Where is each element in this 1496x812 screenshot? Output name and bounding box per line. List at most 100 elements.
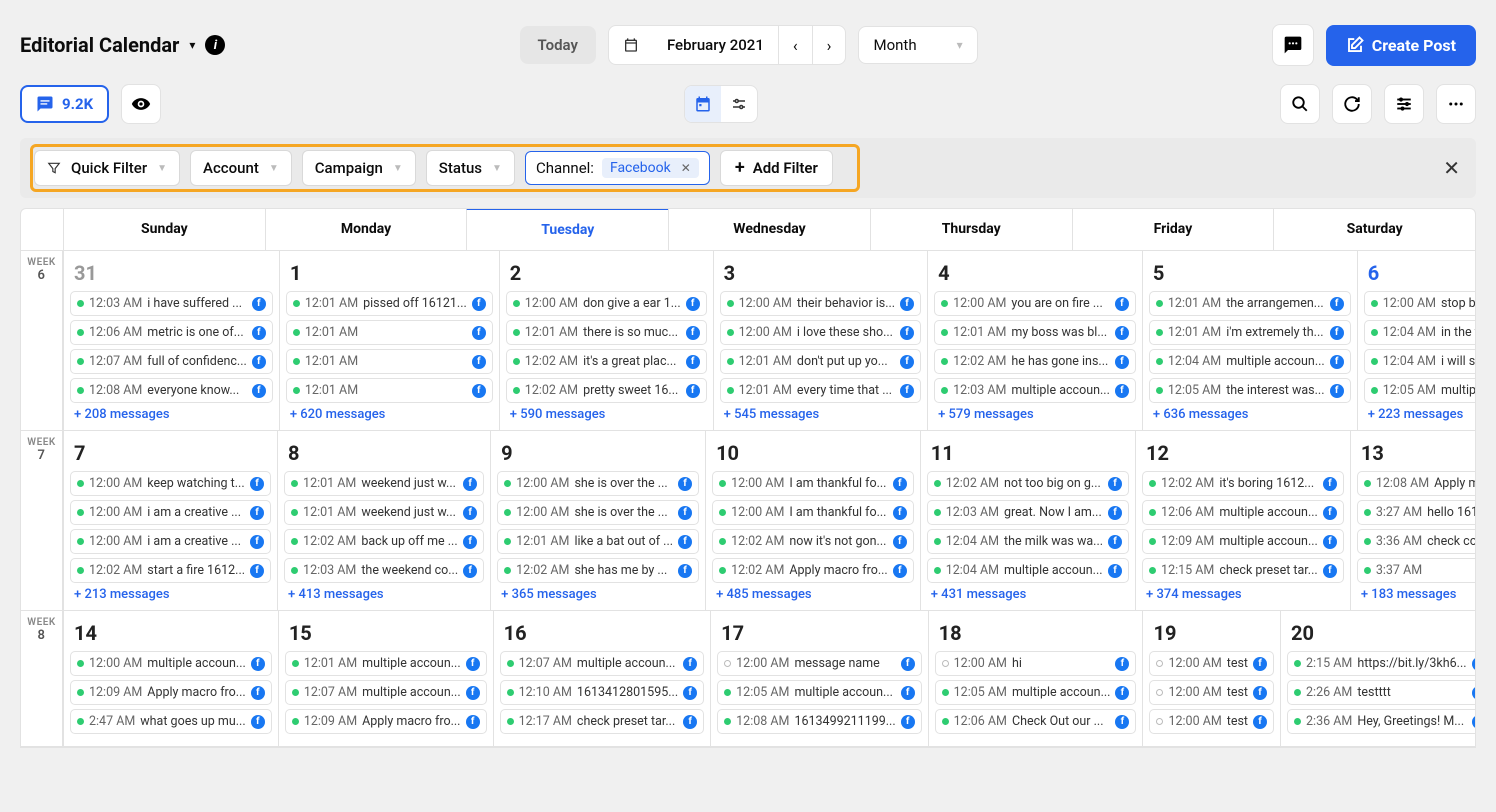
event-item[interactable]: 12:04 AMmultiple accoun...f	[927, 558, 1129, 583]
day-cell[interactable]: 712:00 AMkeep watching t...f12:00 AMi am…	[63, 431, 277, 610]
next-month-button[interactable]: ›	[812, 26, 846, 64]
day-cell[interactable]: 312:00 AMtheir behavior is...f12:00 AMi …	[713, 251, 927, 430]
event-item[interactable]: 12:00 AMyou are on fire ...f	[934, 291, 1136, 316]
more-messages-link[interactable]: + 579 messages	[938, 407, 1136, 422]
event-item[interactable]: 12:17 AMcheck preset tar...f	[500, 709, 705, 734]
more-messages-link[interactable]: + 223 messages	[1368, 407, 1476, 422]
event-item[interactable]: 12:07 AMfull of confidenc...f	[70, 349, 273, 374]
day-cell[interactable]: 1112:02 AMnot too big on g...f12:03 AMgr…	[920, 431, 1135, 610]
event-item[interactable]: 3:36 AMcheck comment ...f	[1357, 529, 1476, 554]
today-button[interactable]: Today	[520, 26, 596, 64]
event-item[interactable]: 12:09 AMApply macro fro...f	[70, 680, 272, 705]
event-item[interactable]: 2:15 AMhttps://bit.ly/3kh6...f	[1287, 651, 1476, 676]
event-item[interactable]: 12:01 AMweekend just w...f	[284, 500, 484, 525]
calendar-view-toggle[interactable]	[685, 86, 721, 122]
view-select[interactable]: Month ▾	[858, 26, 977, 64]
event-item[interactable]: 12:00 AMi love these sho...f	[720, 320, 921, 345]
event-item[interactable]: 12:05 AMmultiple account...f	[1364, 378, 1476, 403]
event-item[interactable]: 12:00 AMhif	[935, 651, 1137, 676]
day-cell[interactable]: 1712:00 AMmessage namef12:05 AMmultiple …	[710, 611, 928, 746]
event-item[interactable]: 12:05 AMmultiple accoun...f	[717, 680, 922, 705]
event-item[interactable]: 12:03 AMi have suffered ...f	[70, 291, 273, 316]
event-item[interactable]: 12:04 AMmultiple accoun...f	[1149, 349, 1351, 374]
more-messages-link[interactable]: + 213 messages	[74, 587, 271, 602]
add-filter-button[interactable]: + Add Filter	[720, 150, 833, 186]
event-item[interactable]: 12:05 AMmultiple accoun...f	[935, 680, 1137, 705]
event-item[interactable]: 12:06 AMmetric is one of...f	[70, 320, 273, 345]
event-item[interactable]: 3:27 AMhello 1613163800...f	[1357, 500, 1476, 525]
event-item[interactable]: 12:03 AMthe weekend co...f	[284, 558, 484, 583]
day-cell[interactable]: 812:01 AMweekend just w...f12:01 AMweeke…	[277, 431, 490, 610]
quick-filter-chip[interactable]: Quick Filter ▼	[34, 150, 180, 186]
status-filter-chip[interactable]: Status ▼	[426, 150, 515, 186]
create-post-button[interactable]: Create Post	[1326, 25, 1476, 66]
event-item[interactable]: 12:08 AM1613499211199...f	[717, 709, 922, 734]
more-messages-link[interactable]: + 374 messages	[1146, 587, 1344, 602]
day-cell[interactable]: 202:15 AMhttps://bit.ly/3kh6...f2:26 AMt…	[1280, 611, 1476, 746]
event-item[interactable]: 12:02 AMnot too big on g...f	[927, 471, 1129, 496]
comments-button[interactable]	[1272, 24, 1314, 66]
event-item[interactable]: 12:15 AMcheck preset tar...f	[1142, 558, 1344, 583]
event-item[interactable]: 12:00 AMstop being sarca...f	[1364, 291, 1476, 316]
day-cell[interactable]: 1812:00 AMhif12:05 AMmultiple accoun...f…	[928, 611, 1143, 746]
day-cell[interactable]: 212:00 AMdon give a ear 1...f12:01 AMthe…	[499, 251, 713, 430]
info-icon[interactable]: i	[205, 35, 225, 55]
day-cell[interactable]: 6+12:00 AMstop being sarca...f12:04 AMin…	[1357, 251, 1476, 430]
event-item[interactable]: 12:00 AMtestf	[1149, 709, 1274, 734]
event-item[interactable]: 12:00 AMshe is over the ...f	[497, 500, 699, 525]
title-dropdown-icon[interactable]: ▾	[189, 38, 195, 52]
event-item[interactable]: 12:00 AMtheir behavior is...f	[720, 291, 921, 316]
event-item[interactable]: 12:00 AMI am thankful fo...f	[712, 500, 914, 525]
event-item[interactable]: 12:07 AMmultiple accoun...f	[500, 651, 705, 676]
more-messages-link[interactable]: + 545 messages	[724, 407, 921, 422]
event-item[interactable]: 12:00 AMtestf	[1149, 680, 1274, 705]
event-item[interactable]: 12:02 AMhe has gone ins...f	[934, 349, 1136, 374]
event-item[interactable]: 12:01 AMmy boss was bl...f	[934, 320, 1136, 345]
event-item[interactable]: 12:01 AMi'm extremely th...f	[1149, 320, 1351, 345]
day-cell[interactable]: 112:01 AMpissed off 16121...f12:01 AMf12…	[279, 251, 499, 430]
event-item[interactable]: 12:00 AMi am a creative ...f	[70, 529, 271, 554]
event-item[interactable]: 12:05 AMthe interest was...f	[1149, 378, 1351, 403]
day-cell[interactable]: 1612:07 AMmultiple accoun...f12:10 AM161…	[493, 611, 711, 746]
event-item[interactable]: 12:04 AMthe milk was wa...f	[927, 529, 1129, 554]
event-item[interactable]: 2:47 AMwhat goes up mu...f	[70, 709, 272, 734]
more-messages-link[interactable]: + 413 messages	[288, 587, 484, 602]
event-item[interactable]: 12:01 AMf	[286, 320, 493, 345]
refresh-button[interactable]	[1332, 84, 1372, 124]
event-item[interactable]: 12:01 AMthe arrangemen...f	[1149, 291, 1351, 316]
search-button[interactable]	[1280, 84, 1320, 124]
more-messages-link[interactable]: + 208 messages	[74, 407, 273, 422]
day-cell[interactable]: 1912:00 AMtestf12:00 AMtestf12:00 AMtest…	[1142, 611, 1280, 746]
day-cell[interactable]: 1012:00 AMI am thankful fo...f12:00 AMI …	[705, 431, 920, 610]
event-item[interactable]: 12:04 AMi will sit right her...f	[1364, 349, 1476, 374]
adjust-button[interactable]	[1384, 84, 1424, 124]
more-messages-link[interactable]: + 183 messages	[1361, 587, 1476, 602]
event-item[interactable]: 12:00 AMkeep watching t...f	[70, 471, 271, 496]
event-item[interactable]: 12:02 AMstart a fire 1612...f	[70, 558, 271, 583]
event-item[interactable]: 2:36 AMHey, Greetings! M...f	[1287, 709, 1476, 734]
event-item[interactable]: 12:08 AMeveryone know...f	[70, 378, 273, 403]
close-filters-icon[interactable]: ✕	[1443, 156, 1460, 180]
visibility-button[interactable]	[121, 84, 161, 124]
event-item[interactable]: 12:02 AMnow it's not gon...f	[712, 529, 914, 554]
more-messages-link[interactable]: + 365 messages	[501, 587, 699, 602]
event-item[interactable]: 12:10 AM1613412801595...f	[500, 680, 705, 705]
event-item[interactable]: 12:01 AMdon't put up yo...f	[720, 349, 921, 374]
event-item[interactable]: 12:01 AMthere is so muc...f	[506, 320, 707, 345]
event-item[interactable]: 12:07 AMmultiple accoun...f	[285, 680, 487, 705]
event-item[interactable]: 12:01 AMlike a bat out of ...f	[497, 529, 699, 554]
event-item[interactable]: 2:26 AMtesttttf	[1287, 680, 1476, 705]
event-item[interactable]: 12:01 AMweekend just w...f	[284, 471, 484, 496]
event-item[interactable]: 12:02 AMback up off me ...f	[284, 529, 484, 554]
event-item[interactable]: 12:02 AMshe has me by ...f	[497, 558, 699, 583]
event-item[interactable]: 12:02 AMit's a great plac...f	[506, 349, 707, 374]
event-item[interactable]: 12:01 AMmultiple accoun...f	[285, 651, 487, 676]
event-item[interactable]: 12:01 AMf	[286, 349, 493, 374]
account-filter-chip[interactable]: Account ▼	[190, 150, 292, 186]
more-messages-link[interactable]: + 431 messages	[931, 587, 1129, 602]
event-item[interactable]: 12:06 AMCheck Out our ...f	[935, 709, 1137, 734]
event-item[interactable]: 12:01 AMf	[286, 378, 493, 403]
day-cell[interactable]: 912:00 AMshe is over the ...f12:00 AMshe…	[490, 431, 705, 610]
channel-filter-chip[interactable]: Channel: Facebook ✕	[525, 151, 710, 185]
event-item[interactable]: 12:08 AMApply macro fro...f	[1357, 471, 1476, 496]
